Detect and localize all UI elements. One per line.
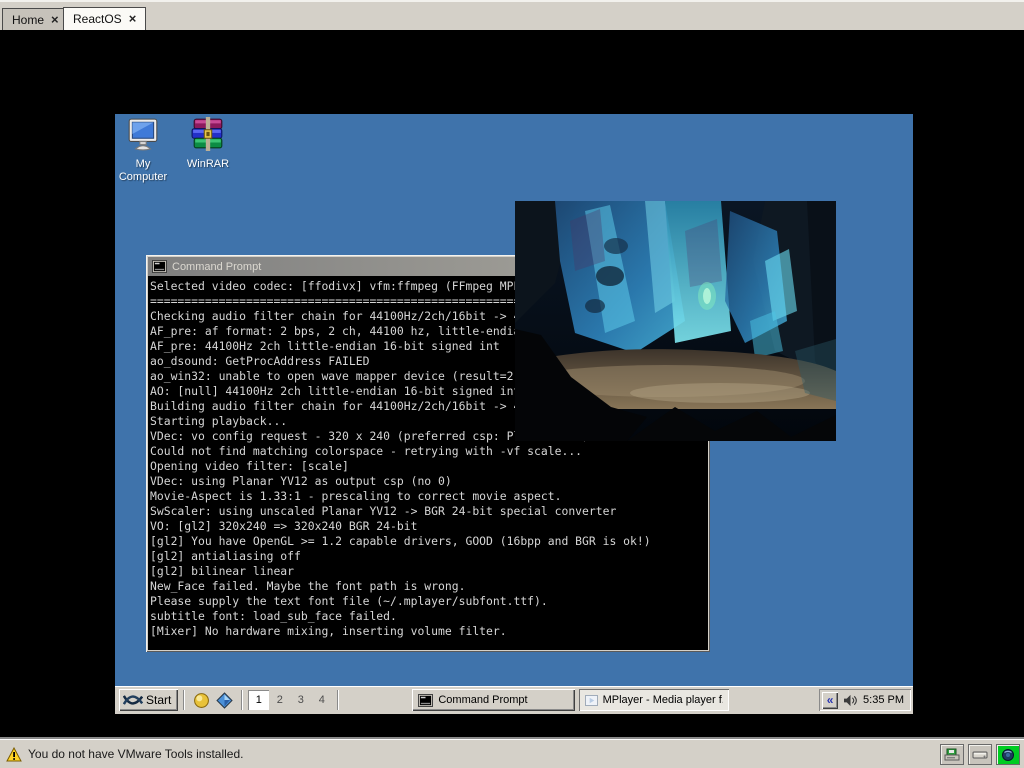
terminal-line: [gl2] bilinear linear — [150, 564, 706, 579]
console-icon — [418, 694, 433, 707]
winrar-icon — [191, 117, 225, 151]
terminal-line: [gl2] antialiasing off — [150, 549, 706, 564]
task-button-command-prompt[interactable]: Command Prompt — [412, 689, 575, 711]
mplayer-video-window[interactable] — [515, 201, 836, 441]
speaker-icon[interactable] — [843, 694, 858, 707]
taskbar-clock: 5:35 PM — [863, 694, 904, 706]
terminal-line: Opening video filter: [scale] — [150, 459, 706, 474]
task-button-mplayer[interactable]: MPlayer - Media player f... — [579, 689, 729, 711]
hard-disk-icon[interactable] — [940, 744, 964, 765]
desktop-pager-1[interactable]: 1 — [248, 690, 269, 710]
network-adapter-icon[interactable] — [996, 744, 1020, 765]
desktop-pager-2[interactable]: 2 — [269, 690, 290, 710]
terminal-line: VO: [gl2] 320x240 => 320x240 BGR 24-bit — [150, 519, 706, 534]
desktop-icon-my-computer[interactable]: My Computer — [113, 117, 173, 184]
terminal-line: [gl2] You have OpenGL >= 1.2 capable dri… — [150, 534, 706, 549]
system-tray: « 5:35 PM — [819, 689, 911, 711]
close-icon[interactable]: × — [129, 14, 137, 24]
terminal-line: [Mixer] No hardware mixing, inserting vo… — [150, 624, 706, 639]
desktop-icon-label: My Computer — [113, 158, 173, 184]
tab-home-label: Home — [12, 13, 44, 27]
start-button[interactable]: Start — [119, 689, 178, 711]
task-button-label: MPlayer - Media player f... — [603, 694, 724, 706]
mplayer-icon — [585, 695, 597, 706]
window-title: Command Prompt — [172, 261, 261, 273]
vmware-status-bar: You do not have VMware Tools installed. — [0, 739, 1024, 768]
taskbar: Start 1 2 3 4 Command Prompt MPlayer - M… — [115, 686, 913, 714]
start-button-label: Start — [146, 693, 171, 707]
desktop-icon-label: WinRAR — [178, 158, 238, 171]
reactos-logo-icon — [123, 693, 143, 707]
tab-reactos[interactable]: ReactOS × — [63, 7, 146, 30]
warning-icon — [6, 747, 22, 762]
cd-rom-icon[interactable] — [968, 744, 992, 765]
tab-home[interactable]: Home × — [2, 8, 69, 30]
terminal-line: Please supply the text font file (~/.mpl… — [150, 594, 706, 609]
desktop-pager-4[interactable]: 4 — [311, 690, 332, 710]
desktop-pager-3[interactable]: 3 — [290, 690, 311, 710]
terminal-line: VDec: using Planar YV12 as output csp (n… — [150, 474, 706, 489]
terminal-line: SwScaler: using unscaled Planar YV12 -> … — [150, 504, 706, 519]
desktop-icon-winrar[interactable]: WinRAR — [178, 117, 238, 171]
terminal-line: subtitle font: load_sub_face failed. — [150, 609, 706, 624]
vm-console-area: My Computer WinRAR Command Prompt Select… — [0, 30, 1024, 739]
tab-reactos-label: ReactOS — [73, 12, 122, 26]
device-indicators — [940, 744, 1020, 765]
close-icon[interactable]: × — [51, 15, 59, 25]
console-icon — [152, 260, 167, 273]
tray-collapse-button[interactable]: « — [822, 692, 838, 709]
taskbar-separator — [241, 690, 243, 710]
console-tab-bar: Home × ReactOS × — [0, 0, 1024, 30]
terminal-line: Could not find matching colorspace - ret… — [150, 444, 706, 459]
task-button-label: Command Prompt — [438, 694, 527, 706]
taskbar-separator — [183, 690, 185, 710]
video-frame-cave-scene — [515, 201, 836, 441]
terminal-line: New_Face failed. Maybe the font path is … — [150, 579, 706, 594]
diamond-icon[interactable] — [216, 692, 233, 709]
my-computer-icon — [126, 117, 160, 151]
status-message: You do not have VMware Tools installed. — [28, 747, 243, 761]
taskbar-separator — [337, 690, 339, 710]
sphere-icon[interactable] — [193, 692, 210, 709]
terminal-line: Movie-Aspect is 1.33:1 - prescaling to c… — [150, 489, 706, 504]
reactos-desktop[interactable]: My Computer WinRAR Command Prompt Select… — [115, 114, 913, 714]
